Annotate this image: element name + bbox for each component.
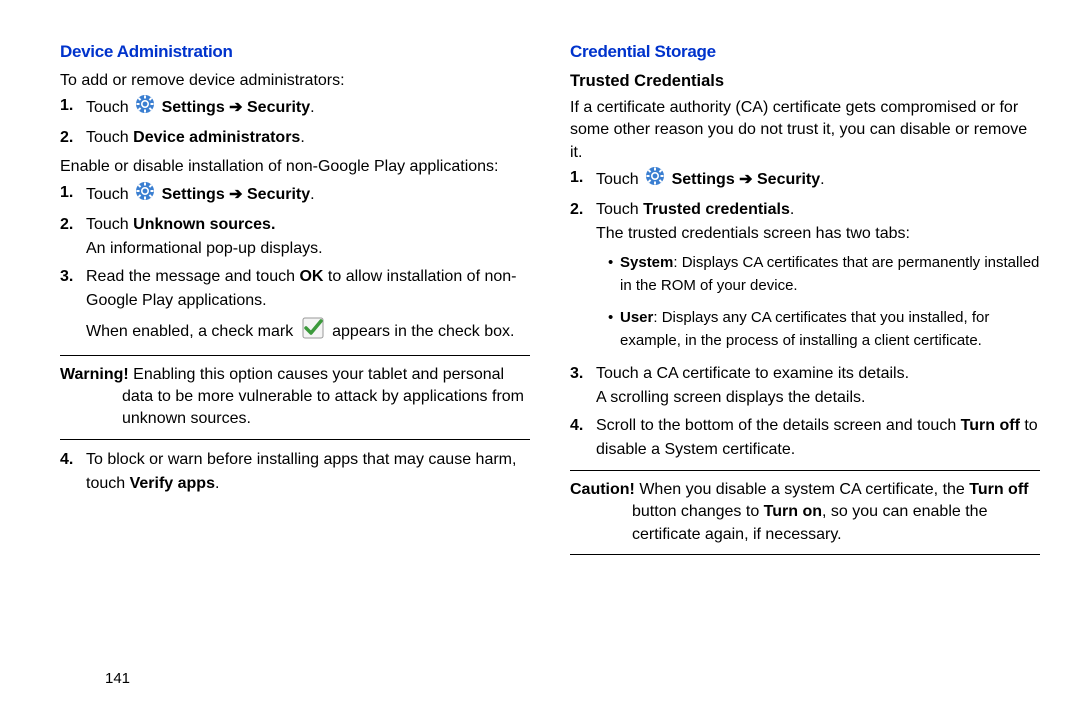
list-2: 1. Touch Settings ➔ Security. 2. Touch U…: [60, 181, 530, 347]
text-bold: Unknown sources.: [133, 216, 275, 233]
text-bold: Turn off: [961, 417, 1020, 434]
step-1: 1. Touch Settings ➔ Security.: [596, 166, 1040, 194]
bullet-user: User: Displays any CA certificates that …: [608, 307, 1040, 352]
text-bold: OK: [299, 268, 323, 285]
step-4: 4. To block or warn before installing ap…: [86, 448, 530, 496]
caution-label: Caution!: [570, 481, 635, 498]
warning-note: Warning! Enabling this option causes you…: [60, 364, 530, 431]
text: .: [820, 171, 824, 188]
page-number: 141: [105, 670, 130, 687]
intro-enable-disable: Enable or disable installation of non-Go…: [60, 156, 530, 178]
text: .: [215, 475, 219, 492]
step-3: 3. Touch a CA certificate to examine its…: [596, 362, 1040, 410]
text-bold: Trusted credentials: [643, 201, 790, 218]
text-bold: Security: [243, 186, 311, 203]
text-bold: Settings: [672, 171, 740, 188]
divider: [570, 470, 1040, 471]
text-bold: Security: [243, 99, 311, 116]
intro-add-remove: To add or remove device administrators:: [60, 70, 530, 92]
text: The trusted credentials screen has two t…: [596, 222, 1040, 246]
arrow-icon: ➔: [229, 186, 242, 203]
settings-gear-icon: [135, 181, 155, 209]
list-trusted: 1. Touch Settings ➔ Security. 2. Touch T…: [570, 166, 1040, 462]
heading-device-admin: Device Administration: [60, 40, 530, 64]
text: : Displays CA certificates that are perm…: [620, 254, 1039, 294]
bullet-system: System: Displays CA certificates that ar…: [608, 252, 1040, 297]
arrow-icon: ➔: [229, 99, 242, 116]
text-bold: Settings: [162, 99, 230, 116]
text-bold: Turn on: [764, 503, 822, 520]
text: Touch: [86, 129, 133, 146]
text-bold: Turn off: [969, 481, 1028, 498]
text: An informational pop-up displays.: [86, 237, 530, 261]
text-bold: Verify apps: [130, 475, 215, 492]
text: : Displays any CA certificates that you …: [620, 309, 989, 349]
divider: [60, 355, 530, 356]
divider: [570, 554, 1040, 555]
step-2: 2. Touch Device administrators.: [86, 126, 530, 150]
text: .: [300, 129, 304, 146]
text: Read the message and touch: [86, 268, 299, 285]
text: button changes to: [632, 503, 764, 520]
warning-label: Warning!: [60, 366, 129, 383]
text: .: [790, 201, 794, 218]
text-bold: System: [620, 254, 673, 271]
when-enabled: When enabled, a check mark appears in th…: [86, 317, 530, 347]
text: Touch: [86, 186, 133, 203]
bullet-list: System: Displays CA certificates that ar…: [596, 252, 1040, 352]
divider: [60, 439, 530, 440]
text: appears in the check box.: [332, 323, 514, 340]
text: Touch a CA certificate to examine its de…: [596, 365, 909, 382]
list-2-cont: 4. To block or warn before installing ap…: [60, 448, 530, 496]
text: .: [310, 99, 314, 116]
text: .: [310, 186, 314, 203]
checkmark-icon: [302, 317, 324, 347]
heading-credential-storage: Credential Storage: [570, 40, 1040, 64]
text: Touch: [86, 216, 133, 233]
list-1: 1. Touch Settings ➔ Security. 2. Touch D…: [60, 94, 530, 150]
step-3: 3. Read the message and touch OK to allo…: [86, 265, 530, 347]
settings-gear-icon: [135, 94, 155, 122]
left-column: Device Administration To add or remove d…: [60, 40, 530, 563]
text: When enabled, a check mark: [86, 323, 298, 340]
step-2: 2. Touch Unknown sources. An information…: [86, 213, 530, 261]
text: Touch: [86, 99, 133, 116]
step-4: 4. Scroll to the bottom of the details s…: [596, 414, 1040, 462]
subheading-trusted: Trusted Credentials: [570, 70, 1040, 93]
step-2: 2. Touch Trusted credentials. The truste…: [596, 198, 1040, 352]
text-bold: User: [620, 309, 653, 326]
caution-note: Caution! When you disable a system CA ce…: [570, 479, 1040, 546]
text: Scroll to the bottom of the details scre…: [596, 417, 961, 434]
text-bold: Device administrators: [133, 129, 300, 146]
text: Enabling this option causes your tablet …: [122, 366, 524, 428]
text: A scrolling screen displays the details.: [596, 386, 1040, 410]
intro-ca: If a certificate authority (CA) certific…: [570, 97, 1040, 164]
right-column: Credential Storage Trusted Credentials I…: [570, 40, 1040, 563]
text-bold: Security: [753, 171, 821, 188]
text-bold: Settings: [162, 186, 230, 203]
step-1: 1. Touch Settings ➔ Security.: [86, 94, 530, 122]
text: Touch: [596, 171, 643, 188]
step-1: 1. Touch Settings ➔ Security.: [86, 181, 530, 209]
settings-gear-icon: [645, 166, 665, 194]
text: When you disable a system CA certificate…: [635, 481, 969, 498]
text: Touch: [596, 201, 643, 218]
arrow-icon: ➔: [739, 171, 752, 188]
